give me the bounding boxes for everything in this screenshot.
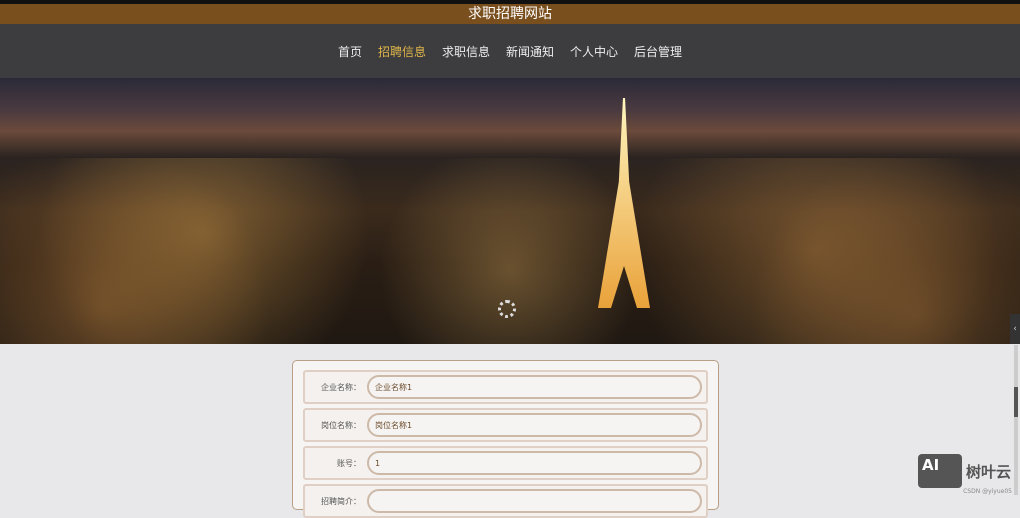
- watermark-brand: 树叶云: [966, 462, 1012, 481]
- job-detail-form: 企业名称： 岗位名称： 账号： 招聘简介：: [292, 360, 719, 518]
- position-label: 岗位名称：: [321, 420, 361, 430]
- hero-banner: ‹: [0, 78, 1020, 344]
- chevron-left-icon[interactable]: ‹: [1010, 314, 1020, 344]
- main-nav: 首页 招聘信息 求职信息 新闻通知 个人中心 后台管理: [0, 24, 1020, 78]
- scrollbar-thumb[interactable]: [1014, 387, 1018, 417]
- nav-admin[interactable]: 后台管理: [634, 43, 682, 60]
- account-label: 账号：: [337, 458, 361, 468]
- form-row-position: 岗位名称：: [303, 408, 708, 442]
- account-input[interactable]: [367, 451, 702, 475]
- nav-profile[interactable]: 个人中心: [570, 43, 618, 60]
- watermark: AI 树叶云: [918, 454, 1011, 488]
- position-input[interactable]: [367, 413, 702, 437]
- site-title: 求职招聘网站: [0, 4, 1020, 24]
- form-row-account: 账号：: [303, 446, 708, 480]
- watermark-logo: AI: [918, 454, 962, 488]
- loading-spinner-icon: [498, 300, 516, 318]
- scrollbar[interactable]: [1014, 345, 1018, 495]
- nav-home[interactable]: 首页: [338, 43, 362, 60]
- watermark-credit: CSDN @yiyue05: [963, 488, 1012, 495]
- company-label: 企业名称：: [321, 382, 361, 392]
- nav-resumes[interactable]: 求职信息: [442, 43, 490, 60]
- form-row-company: 企业名称：: [303, 370, 708, 404]
- description-label: 招聘简介：: [321, 496, 361, 506]
- description-input[interactable]: [367, 489, 702, 513]
- nav-jobs[interactable]: 招聘信息: [378, 43, 426, 60]
- company-input[interactable]: [367, 375, 702, 399]
- form-row-description: 招聘简介：: [303, 484, 708, 518]
- nav-news[interactable]: 新闻通知: [506, 43, 554, 60]
